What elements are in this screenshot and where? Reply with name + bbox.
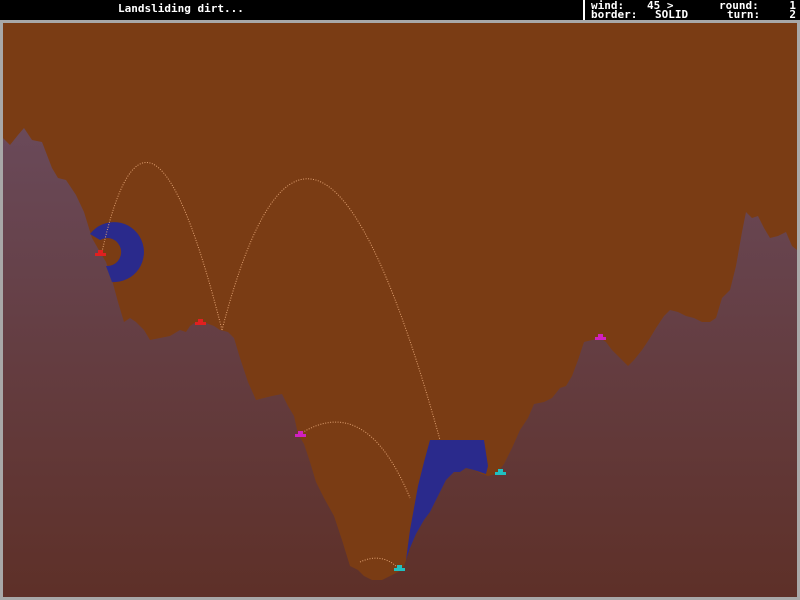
terrain bbox=[3, 128, 797, 597]
magenta-tank-2[interactable] bbox=[595, 334, 606, 340]
turn-value: 2 bbox=[789, 8, 796, 21]
red-tank-2[interactable] bbox=[195, 319, 206, 325]
status-message: Landsliding dirt... bbox=[118, 2, 244, 15]
border-label: border: bbox=[591, 8, 638, 21]
trail-arc-4 bbox=[359, 557, 399, 569]
status-bar: Landsliding dirt... wind: 45 > border: S… bbox=[0, 0, 800, 20]
playfield[interactable] bbox=[3, 23, 797, 597]
turn-label: turn: bbox=[727, 8, 761, 21]
status-divider bbox=[583, 0, 585, 20]
border-value: SOLID bbox=[655, 8, 689, 21]
battlefield-canvas bbox=[3, 128, 797, 597]
